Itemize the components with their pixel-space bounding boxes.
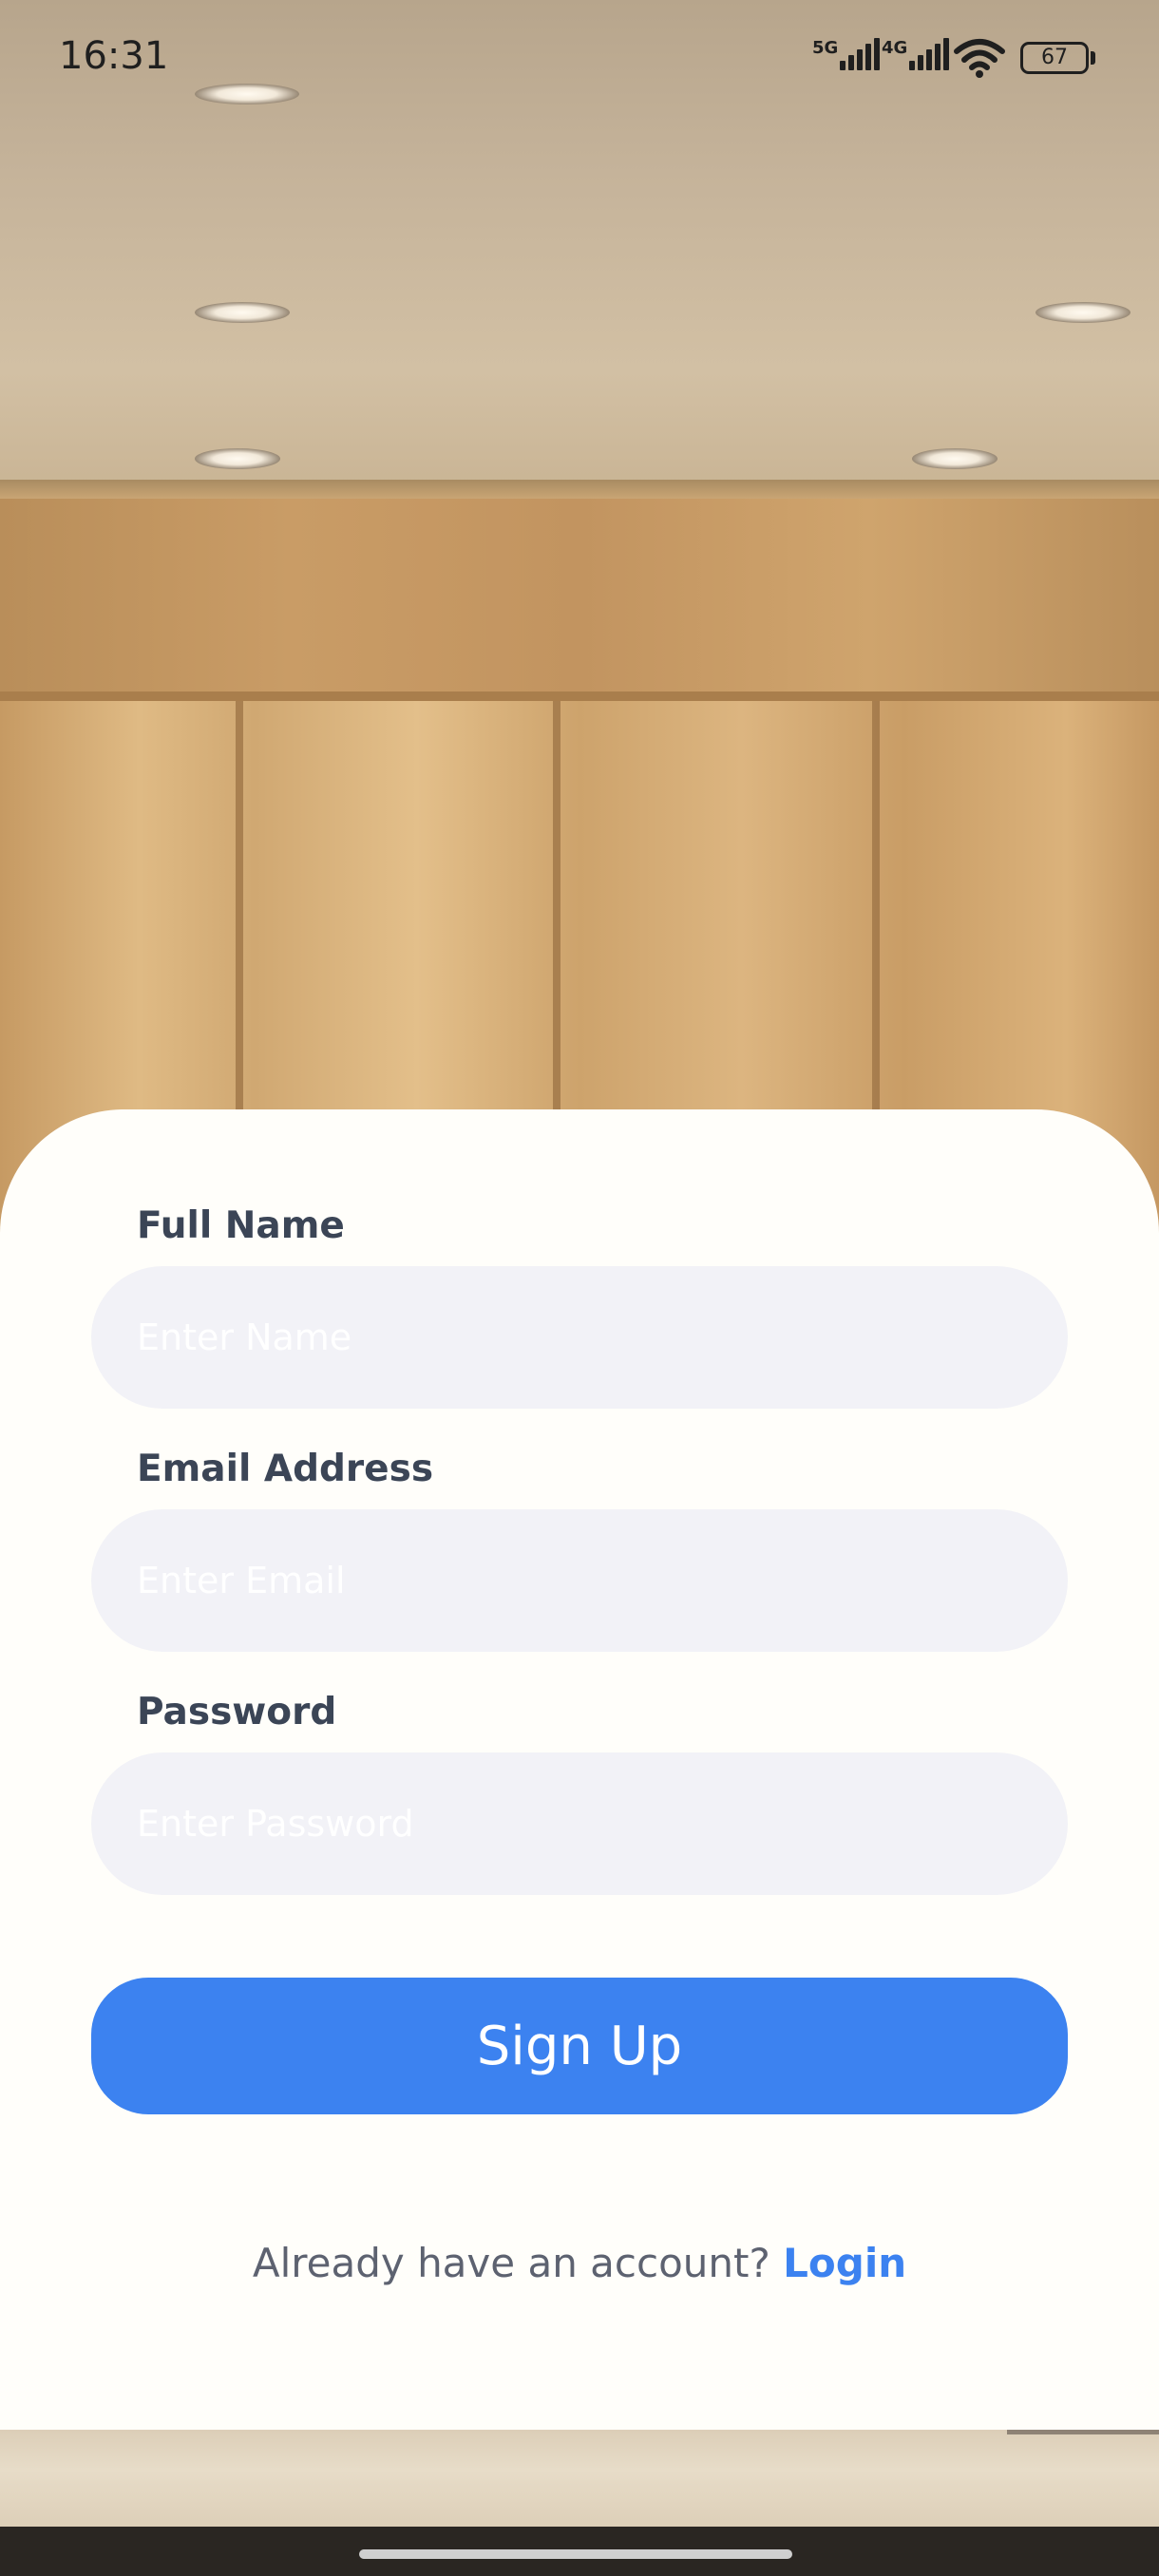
network-type-label: 4G <box>882 38 908 58</box>
status-time: 16:31 <box>59 34 169 78</box>
email-field[interactable] <box>91 1509 1068 1652</box>
login-link[interactable]: Login <box>783 2240 906 2286</box>
wood-rail <box>0 691 1159 701</box>
battery-tip <box>1091 51 1095 65</box>
ceiling-light <box>1036 302 1130 323</box>
cellular-signal-4g-icon: 4G <box>882 38 952 70</box>
network-type-label: 5G <box>812 38 839 58</box>
cellular-signal-5g-icon: 5G <box>812 38 883 70</box>
password-field[interactable] <box>91 1752 1068 1895</box>
ceiling-light <box>195 302 290 323</box>
email-input[interactable] <box>137 1560 1068 1601</box>
email-label: Email Address <box>137 1448 434 1490</box>
floor <box>0 2413 1159 2527</box>
wood-panel-upper <box>0 499 1159 698</box>
password-input[interactable] <box>137 1803 1068 1845</box>
full-name-input[interactable] <box>137 1316 1068 1358</box>
full-name-field[interactable] <box>91 1266 1068 1409</box>
battery-icon: 67 <box>1020 42 1089 74</box>
signup-card: Full Name Email Address Password <box>0 1109 1159 2430</box>
wifi-icon <box>954 39 1005 78</box>
ceiling-light <box>912 448 998 469</box>
password-label: Password <box>137 1691 337 1733</box>
sign-up-button[interactable]: Sign Up <box>91 1978 1068 2114</box>
login-prompt-text: Already have an account? <box>252 2240 784 2286</box>
navigation-bar <box>0 2530 1159 2576</box>
home-indicator[interactable] <box>359 2549 792 2559</box>
full-name-label: Full Name <box>137 1204 345 1247</box>
ceiling-trim <box>0 480 1159 499</box>
status-bar: 16:31 5G 4G 67 <box>0 0 1159 114</box>
battery-level: 67 <box>1041 46 1068 69</box>
login-prompt: Already have an account? Login <box>0 2240 1159 2286</box>
ceiling-light <box>195 448 280 469</box>
